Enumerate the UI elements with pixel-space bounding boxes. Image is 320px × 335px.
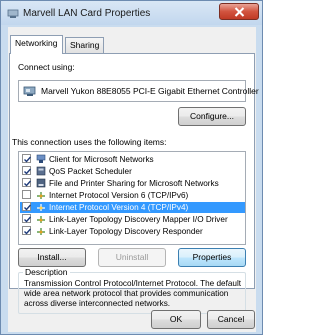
description-group: Description Transmission Control Protoco… (18, 267, 246, 314)
items-label: This connection uses the following items… (12, 137, 167, 147)
properties-button[interactable]: Properties (178, 248, 246, 267)
networking-panel: Connect using: Marvell Yukon 88E8055 PCI… (9, 53, 259, 314)
close-icon (234, 7, 245, 17)
check-icon (24, 204, 32, 211)
list-item-lltd-mapper[interactable]: Link-Layer Topology Discovery Mapper I/O… (20, 214, 245, 225)
protocol-icon (37, 204, 45, 211)
protocol-icon (37, 228, 45, 235)
list-item-lltd-responder[interactable]: Link-Layer Topology Discovery Responder (20, 226, 245, 237)
configure-label: Configure... (190, 111, 234, 121)
tab-networking-label: Networking (15, 38, 58, 48)
client-checkbox[interactable] (22, 154, 32, 163)
properties-label: Properties (192, 252, 232, 262)
item-label: QoS Packet Scheduler (49, 167, 132, 176)
list-item-file-sharing[interactable]: File and Printer Sharing for Microsoft N… (20, 178, 245, 189)
properties-window: Marvell LAN Card Properties Networking S… (0, 0, 263, 335)
lltd-responder-checkbox[interactable] (22, 226, 32, 235)
ok-label: OK (169, 314, 183, 324)
item-label: Internet Protocol Version 6 (TCP/IPv6) (49, 191, 189, 200)
list-item-ipv4[interactable]: Internet Protocol Version 4 (TCP/IPv4) (20, 202, 245, 213)
configure-button[interactable]: Configure... (178, 107, 246, 126)
ok-button[interactable]: OK (151, 310, 201, 329)
item-label: Client for Microsoft Networks (49, 155, 154, 164)
ipv4-checkbox[interactable] (22, 202, 32, 211)
tab-networking[interactable]: Networking (10, 35, 63, 54)
tab-sharing[interactable]: Sharing (65, 37, 105, 53)
item-label: Link-Layer Topology Discovery Mapper I/O… (49, 215, 228, 224)
components-list[interactable]: Client for Microsoft Networks QoS Packet… (18, 151, 246, 245)
file-printer-sharing-icon (36, 178, 46, 188)
list-item-client[interactable]: Client for Microsoft Networks (20, 154, 245, 165)
check-icon (24, 228, 32, 235)
cancel-label: Cancel (217, 314, 245, 324)
protocol-icon (37, 192, 45, 199)
cancel-button[interactable]: Cancel (207, 310, 255, 329)
ipv6-checkbox[interactable] (22, 190, 31, 199)
description-title: Description (23, 267, 70, 277)
uninstall-button[interactable]: Uninstall (98, 248, 166, 267)
connect-using-label: Connect using: (18, 62, 75, 72)
network-adapter-icon (23, 86, 36, 96)
adapter-field[interactable]: Marvell Yukon 88E8055 PCI-E Gigabit Ethe… (18, 80, 259, 102)
file-sharing-checkbox[interactable] (22, 178, 32, 187)
check-icon (24, 168, 32, 175)
dialog-client-area: Networking Sharing Connect using: Marvel… (8, 27, 259, 332)
item-label: File and Printer Sharing for Microsoft N… (49, 179, 219, 188)
close-button[interactable] (219, 3, 259, 20)
check-icon (24, 156, 32, 163)
scheduler-icon (36, 166, 46, 176)
protocol-icon (37, 216, 45, 223)
install-label: Install... (37, 252, 67, 262)
item-label: Internet Protocol Version 4 (TCP/IPv4) (49, 203, 189, 212)
uninstall-label: Uninstall (115, 252, 149, 262)
lltd-mapper-checkbox[interactable] (22, 214, 32, 223)
check-icon (24, 180, 32, 187)
qos-checkbox[interactable] (22, 166, 32, 175)
network-adapter-icon (7, 9, 19, 18)
adapter-name: Marvell Yukon 88E8055 PCI-E Gigabit Ethe… (41, 86, 259, 96)
description-text: Transmission Control Protocol/Internet P… (24, 279, 242, 308)
title-bar[interactable]: Marvell LAN Card Properties (1, 1, 262, 25)
check-icon (24, 216, 32, 223)
tab-sharing-label: Sharing (70, 40, 100, 50)
window-title: Marvell LAN Card Properties (23, 8, 151, 19)
list-item-ipv6[interactable]: Internet Protocol Version 6 (TCP/IPv6) (20, 190, 245, 201)
item-label: Link-Layer Topology Discovery Responder (49, 227, 203, 236)
install-button[interactable]: Install... (18, 248, 86, 267)
list-item-qos[interactable]: QoS Packet Scheduler (20, 166, 245, 177)
network-client-icon (36, 154, 46, 163)
